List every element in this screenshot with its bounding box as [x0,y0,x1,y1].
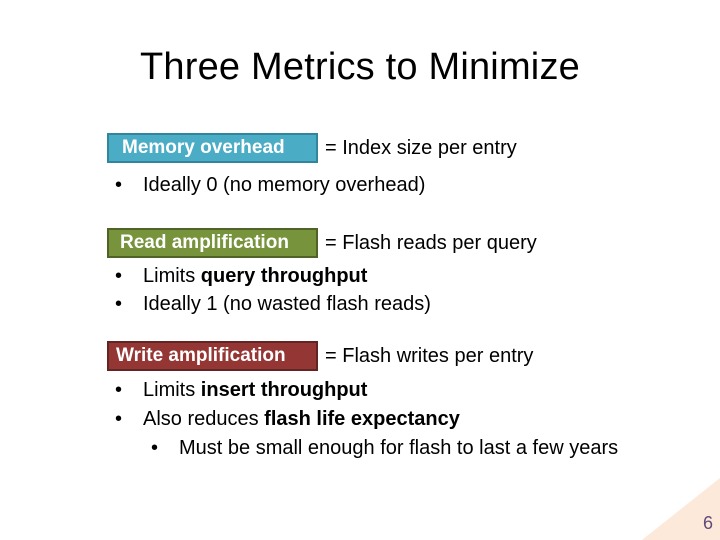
page-number: 6 [702,513,713,533]
bullet-icon: • [115,174,123,196]
bullet-text: Ideally 0 (no memory overhead) [143,174,426,196]
metric-memory-overhead: Memory overhead = Index size per entry [107,133,517,163]
metric-label-memory-overhead: Memory overhead [107,133,318,163]
bullet-icon: • [115,408,123,430]
bullet-icon: • [115,379,123,401]
bullet-icon: • [115,293,123,315]
slide-title: Three Metrics to Minimize [140,46,580,88]
bullet-text-prefix: Limits [143,379,201,401]
metric-read-amplification: Read amplification = Flash reads per que… [107,228,537,258]
bullet-text: Ideally 1 (no wasted flash reads) [143,293,431,315]
bullet-icon: • [115,265,123,287]
bullet-text-prefix: Also reduces [143,408,265,430]
sub-bullet-item: • Must be small enough for flash to last… [151,434,619,462]
bullet-text-bold: flash life expectancy [264,408,460,430]
bullet-item: • Limits query throughput [115,262,368,290]
bullet-text-prefix: Limits [143,265,201,287]
bullet-text: Must be small enough for flash to last a… [179,437,619,459]
bullet-icon: • [151,437,159,459]
bullet-text-bold: query throughput [200,265,368,287]
metric-write-amplification: Write amplification = Flash writes per e… [107,341,533,371]
bullet-item: • Ideally 1 (no wasted flash reads) [115,290,431,318]
metric-definition: = Index size per entry [325,136,517,159]
bullet-item: • Limits insert throughput [115,376,368,404]
metric-definition: = Flash writes per entry [325,344,534,367]
metric-label-write-amplification: Write amplification [107,341,318,371]
bullet-item: • Also reduces flash life expectancy [115,405,460,433]
metric-label-read-amplification: Read amplification [107,228,318,258]
metric-definition: = Flash reads per query [325,231,537,254]
bullet-text-bold: insert throughput [200,379,368,401]
bullet-item: • Ideally 0 (no memory overhead) [115,171,426,199]
